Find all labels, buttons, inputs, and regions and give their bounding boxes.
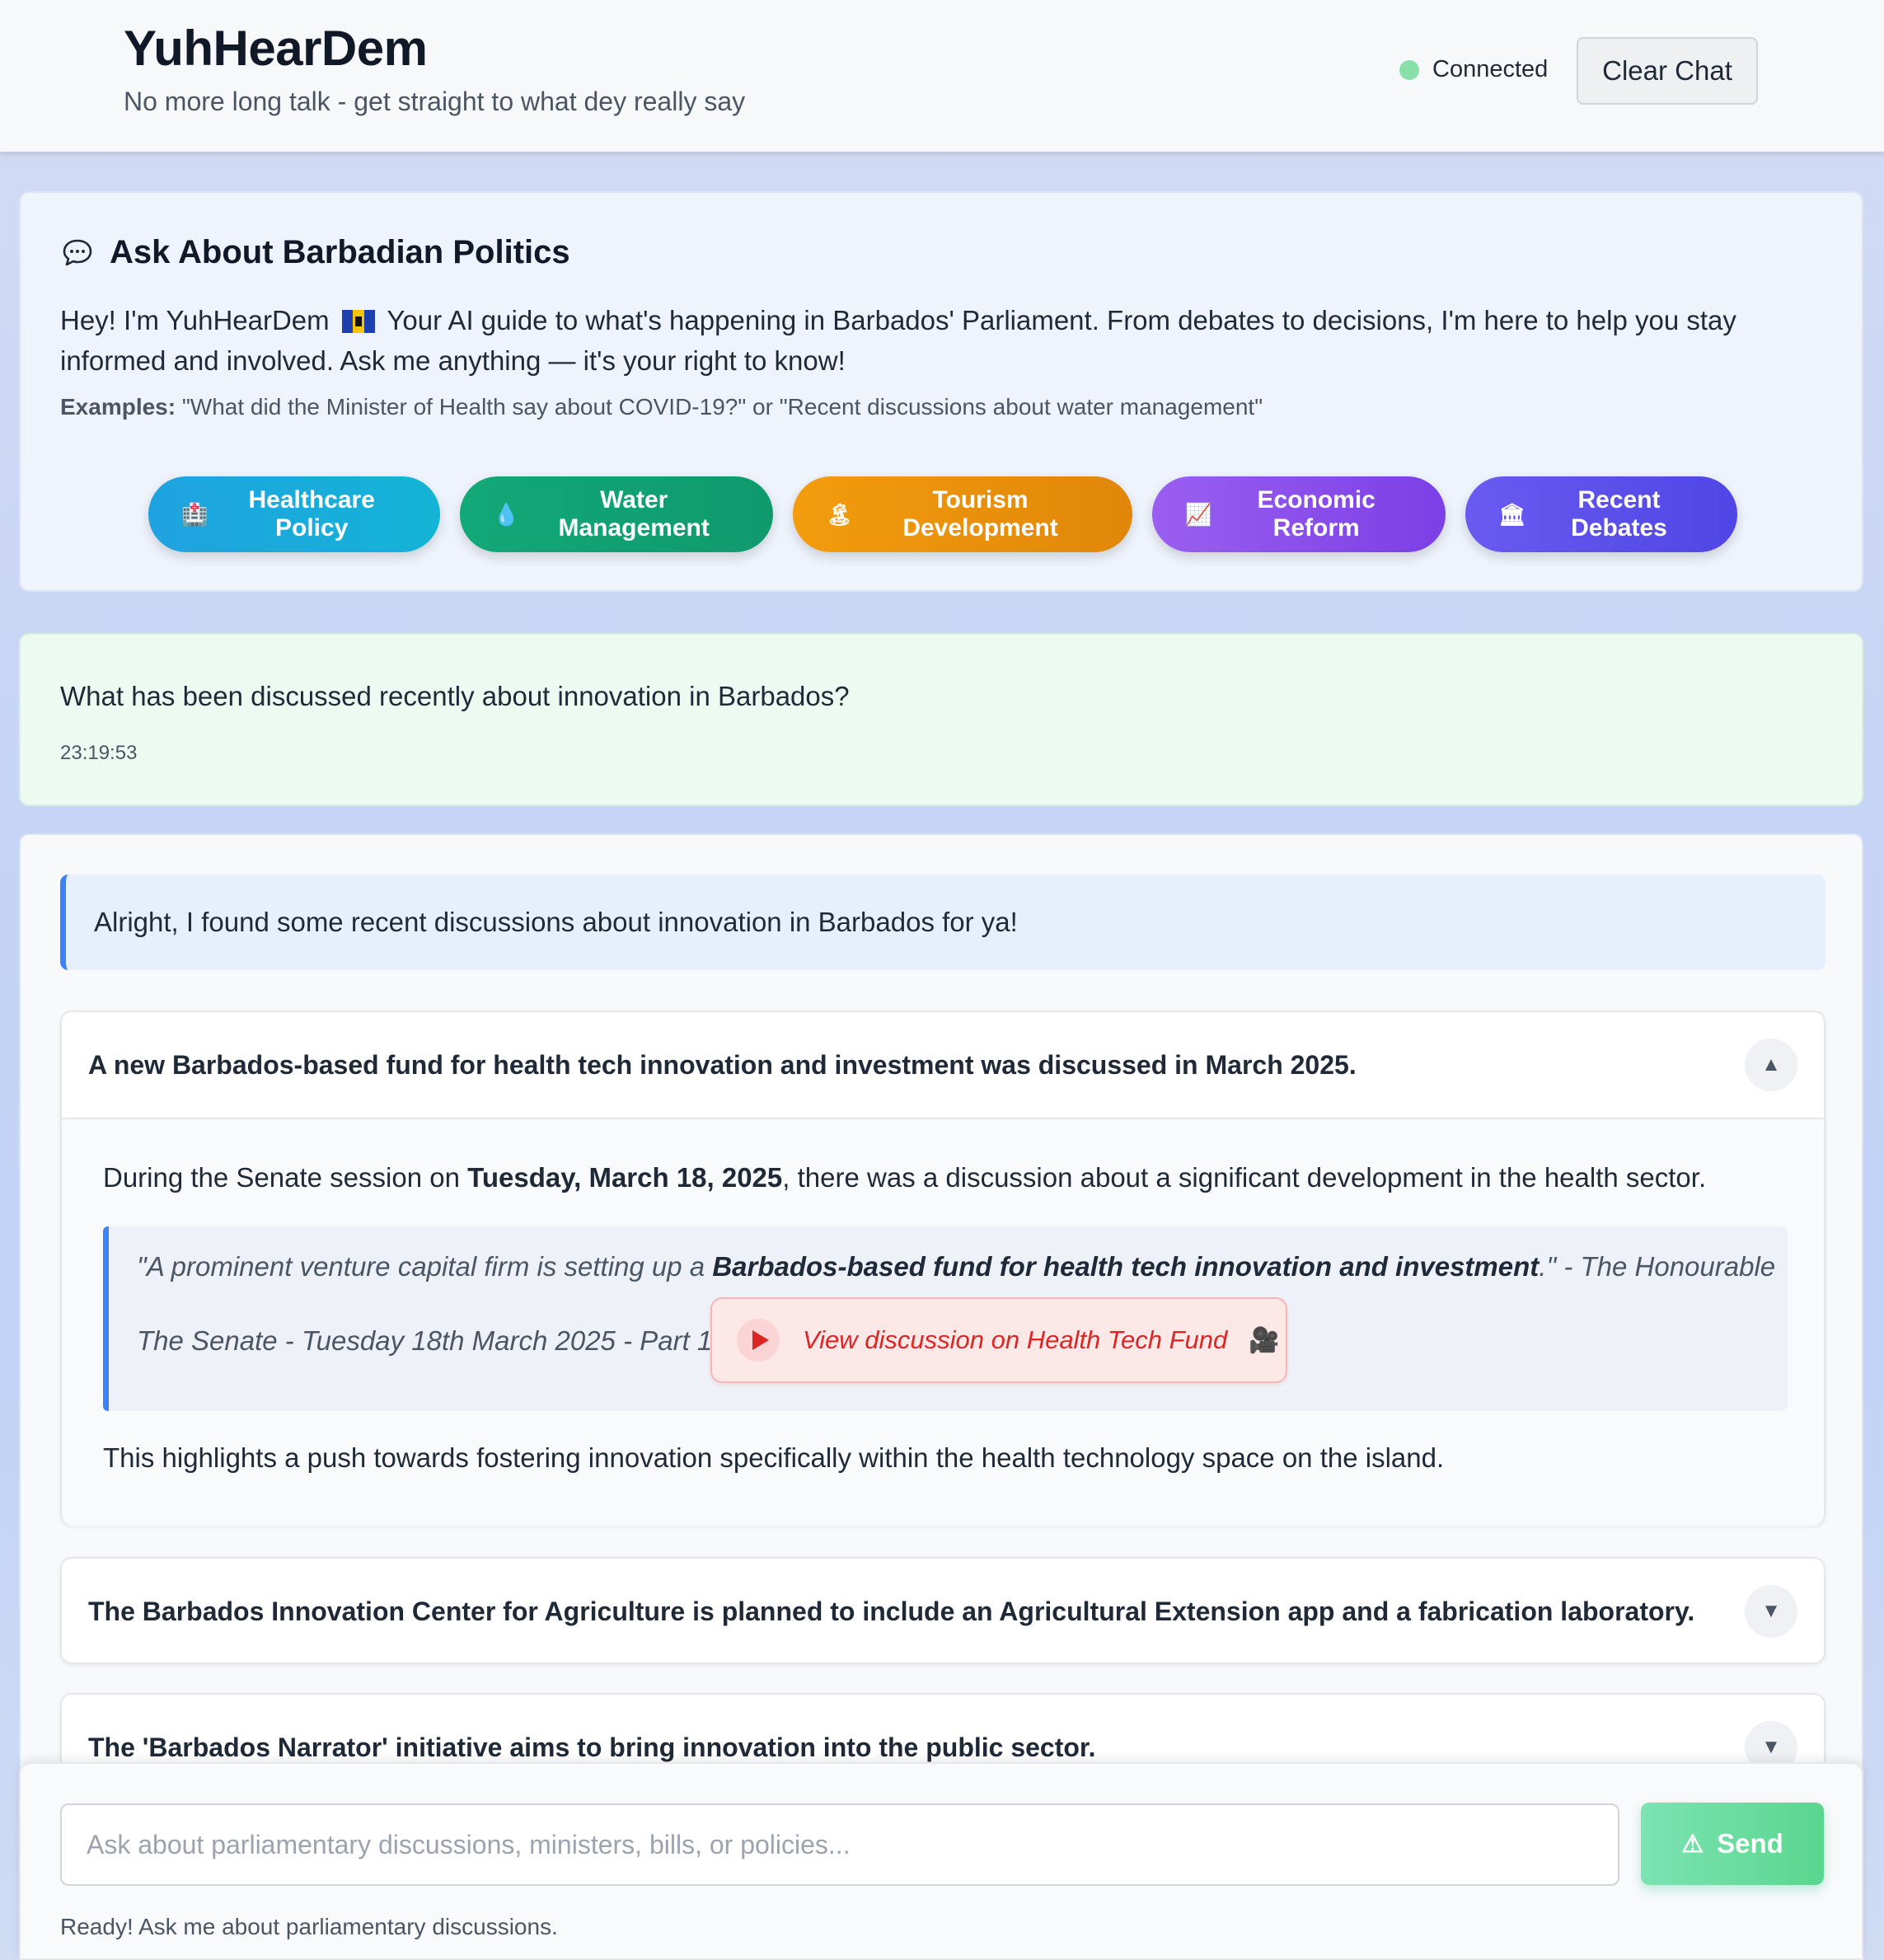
droplet-icon: 💧 — [493, 501, 520, 527]
intro-text-start: Hey! I'm YuhHearDem — [60, 305, 330, 335]
message-composer: ⚠ Send Ready! Ask me about parliamentary… — [19, 1762, 1863, 1960]
quote-text: "A prominent venture capital firm is set… — [137, 1251, 1775, 1282]
play-icon — [737, 1319, 780, 1362]
accordion-summary: During the Senate session on Tuesday, Ma… — [103, 1162, 1706, 1193]
user-message-text: What has been discussed recently about i… — [60, 681, 850, 711]
accordion-body: During the Senate session on Tuesday, Ma… — [62, 1119, 1824, 1526]
examples-text: "What did the Minister of Health say abo… — [181, 394, 1263, 420]
accordion-item-health-tech-fund: A new Barbados-based fund for health tec… — [60, 1010, 1825, 1526]
user-message-timestamp: 23:19:53 — [60, 742, 138, 764]
topic-chips: 🏥 Healthcare Policy 💧 Water Management 🏝… — [148, 476, 1737, 552]
topic-chip-label: Healthcare Policy — [248, 486, 375, 542]
clear-chat-button[interactable]: Clear Chat — [1577, 37, 1758, 105]
quote-start: "A prominent venture capital firm is set… — [137, 1251, 713, 1282]
connection-status: Connected — [1399, 56, 1548, 83]
video-camera-icon: 🎥 — [1249, 1326, 1280, 1354]
intro-heading: Ask About Barbadian Politics — [62, 234, 570, 271]
connection-status-label: Connected — [1432, 56, 1549, 82]
composer-status: Ready! Ask me about parliamentary discus… — [60, 1914, 558, 1939]
topic-chip-label: Recent Debates — [1571, 486, 1667, 542]
send-label: Send — [1717, 1828, 1783, 1859]
status-dot-icon — [1399, 59, 1419, 80]
warning-icon: ⚠ — [1681, 1830, 1704, 1858]
app-subtitle: No more long talk - get straight to what… — [124, 87, 746, 116]
barbados-flag-icon — [341, 310, 375, 333]
hospital-icon: 🏥 — [181, 501, 209, 527]
topic-chip-economic-reform[interactable]: 📈 Economic Reform — [1152, 476, 1446, 552]
chat-bubble-icon — [63, 239, 92, 265]
topic-chip-healthcare-policy[interactable]: 🏥 Healthcare Policy — [148, 476, 440, 552]
accordion-header[interactable]: The Barbados Innovation Center for Agric… — [62, 1559, 1824, 1664]
message-input[interactable] — [60, 1803, 1619, 1886]
accordion-title: A new Barbados-based fund for health tec… — [88, 1049, 1357, 1080]
chart-up-icon: 📈 — [1185, 501, 1212, 527]
view-discussion-button[interactable]: View discussion on Health Tech Fund 🎥 — [710, 1297, 1287, 1383]
topic-chip-tourism-development[interactable]: 🏝 Tourism Development — [793, 476, 1132, 552]
topic-chip-label: Water Management — [558, 486, 710, 542]
intro-description: Hey! I'm YuhHearDem Your AI guide to wha… — [60, 300, 1849, 381]
response-intro: Alright, I found some recent discussions… — [60, 874, 1825, 970]
quote-end: ." - The Honourable — [1539, 1251, 1776, 1282]
accordion-header[interactable]: A new Barbados-based fund for health tec… — [62, 1012, 1824, 1119]
view-discussion-label: View discussion on Health Tech Fund — [803, 1325, 1228, 1354]
expand-toggle-icon[interactable]: ▼ — [1745, 1585, 1797, 1638]
collapse-toggle-icon[interactable]: ▲ — [1745, 1039, 1797, 1091]
summary-text-end: , there was a discussion about a signifi… — [782, 1162, 1707, 1193]
app-title: YuhHearDem — [124, 21, 428, 76]
topic-chip-label: Tourism Development — [902, 486, 1058, 542]
topic-chip-water-management[interactable]: 💧 Water Management — [460, 476, 773, 552]
accordion-item-agriculture-center: The Barbados Innovation Center for Agric… — [60, 1557, 1825, 1664]
send-button[interactable]: ⚠ Send — [1641, 1803, 1824, 1885]
intro-card: Ask About Barbadian Politics Hey! I'm Yu… — [19, 191, 1863, 592]
quote-highlight: Barbados-based fund for health tech inno… — [712, 1251, 1540, 1282]
examples-line: Examples: "What did the Minister of Heal… — [60, 394, 1263, 420]
topic-chip-recent-debates[interactable]: 🏛 Recent Debates — [1465, 476, 1737, 552]
quote-block: "A prominent venture capital firm is set… — [103, 1226, 1788, 1411]
user-message-card: What has been discussed recently about i… — [19, 633, 1863, 806]
examples-label: Examples: — [60, 394, 176, 420]
topic-chip-label: Economic Reform — [1257, 486, 1376, 542]
island-icon: 🏝 — [826, 501, 854, 527]
intro-title: Ask About Barbadian Politics — [110, 234, 570, 270]
accordion-title: The Barbados Innovation Center for Agric… — [88, 1596, 1695, 1626]
accordion-conclusion: This highlights a push towards fostering… — [103, 1442, 1445, 1473]
app-header: YuhHearDem No more long talk - get strai… — [0, 0, 1884, 152]
accordion-title: The 'Barbados Narrator' initiative aims … — [88, 1732, 1096, 1762]
quote-source: The Senate - Tuesday 18th March 2025 - P… — [137, 1325, 713, 1356]
summary-text-start: During the Senate session on — [103, 1162, 468, 1193]
parliament-building-icon: 🏛 — [1498, 501, 1526, 527]
summary-date: Tuesday, March 18, 2025 — [467, 1162, 783, 1193]
